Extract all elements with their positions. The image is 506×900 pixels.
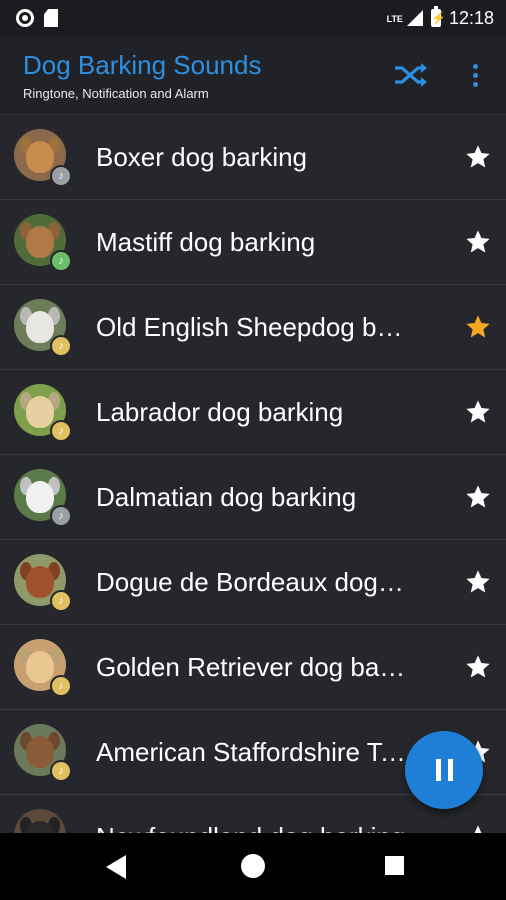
pause-icon: [435, 759, 441, 781]
sd-card-icon: [44, 9, 58, 27]
star-icon[interactable]: [464, 568, 492, 596]
status-time: 12:18: [448, 7, 494, 28]
recents-icon[interactable]: [385, 856, 404, 875]
music-note-icon: ♪: [50, 590, 72, 612]
star-icon[interactable]: [464, 143, 492, 171]
music-note-icon: ♪: [50, 505, 72, 527]
star-filled-icon[interactable]: [464, 313, 492, 341]
sound-title: Mastiff dog barking: [96, 227, 316, 257]
sound-title: Dogue de Bordeaux dog barking: [96, 567, 406, 597]
music-note-icon: ♪: [50, 420, 72, 442]
sound-title: American Staffordshire Terrier barking: [96, 737, 406, 767]
notification-circle-icon: [16, 9, 34, 27]
battery-charging-icon: [430, 6, 441, 27]
sound-title: Labrador dog barking: [96, 397, 344, 427]
music-note-icon: ♪: [50, 675, 72, 697]
pause-button[interactable]: [405, 731, 483, 809]
app-subtitle: Ringtone, Notification and Alarm: [23, 86, 209, 101]
sound-list[interactable]: ♪ Boxer dog barking ♪ Mastiff dog barking ♪ O…: [0, 115, 506, 833]
app-bar: Dog Barking Sounds Ringtone, Notificatio…: [0, 36, 506, 115]
sound-title: Dalmatian dog barking: [96, 482, 357, 512]
back-icon[interactable]: [106, 855, 126, 879]
star-icon[interactable]: [464, 228, 492, 256]
list-item[interactable]: ♪ Dogue de Bordeaux dog barking: [0, 540, 506, 625]
star-icon[interactable]: [464, 398, 492, 426]
sound-title: Boxer dog barking: [96, 142, 308, 172]
more-options-button[interactable]: [462, 58, 488, 92]
status-bar: LTE 12:18: [0, 0, 506, 36]
star-icon[interactable]: [464, 483, 492, 511]
star-icon[interactable]: [464, 653, 492, 681]
sound-title: Old English Sheepdog barking: [96, 312, 406, 342]
music-note-icon: ♪: [50, 335, 72, 357]
shuffle-icon: [395, 63, 427, 87]
music-note-icon: ♪: [50, 165, 72, 187]
dog-avatar: [14, 809, 66, 833]
list-item[interactable]: ♪ Boxer dog barking: [0, 115, 506, 200]
star-icon[interactable]: [464, 823, 492, 833]
navigation-bar: [0, 833, 506, 900]
sound-title: Golden Retriever dog barking: [96, 652, 406, 682]
music-note-icon: ♪: [50, 760, 72, 782]
sound-title: Newfoundland dog barking: [96, 795, 406, 833]
list-item[interactable]: ♪ Old English Sheepdog barking: [0, 285, 506, 370]
home-icon[interactable]: [241, 854, 265, 878]
music-note-icon: ♪: [50, 250, 72, 272]
signal-icon: [406, 10, 423, 26]
shuffle-button[interactable]: [392, 58, 430, 92]
list-item[interactable]: ♪ Labrador dog barking: [0, 370, 506, 455]
more-vert-icon: [472, 63, 478, 69]
list-item[interactable]: ♪ Mastiff dog barking: [0, 200, 506, 285]
network-type: LTE: [386, 13, 403, 24]
list-item[interactable]: ♪ Golden Retriever dog barking: [0, 625, 506, 710]
list-item[interactable]: ♪ Dalmatian dog barking: [0, 455, 506, 540]
app-title: Dog Barking Sounds: [23, 50, 262, 80]
